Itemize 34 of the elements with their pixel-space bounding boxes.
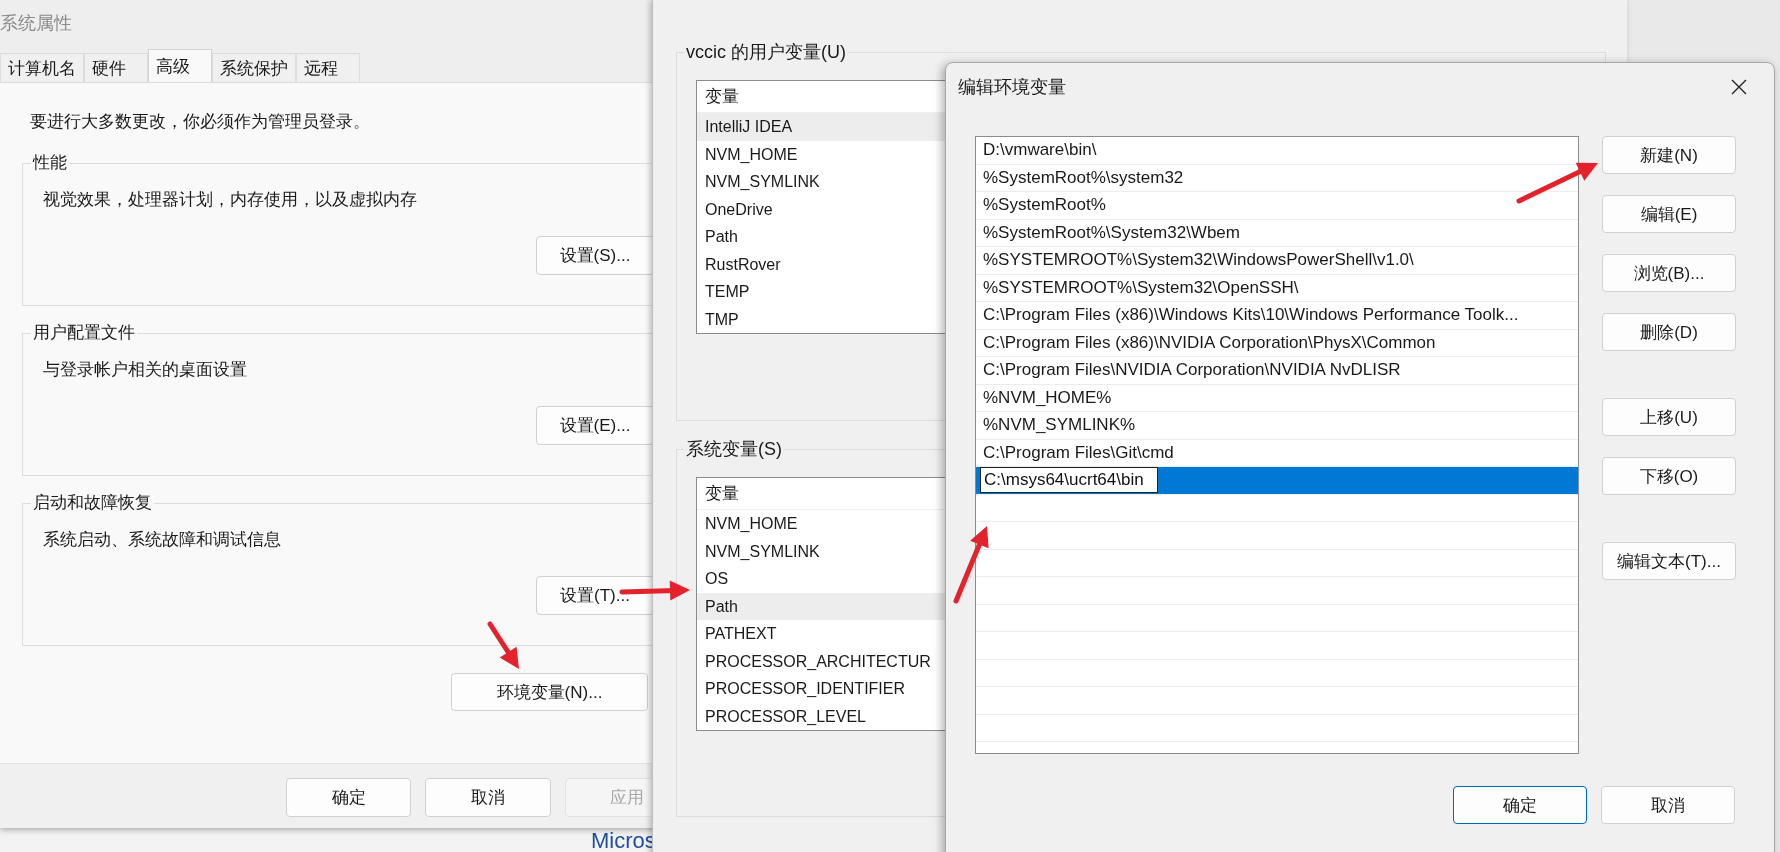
action-button[interactable]: 上移(U) [1602,398,1736,436]
dialog-button[interactable]: 确定 [286,778,412,817]
settings-button[interactable]: 设置(T)... [536,576,654,615]
action-button[interactable]: 删除(D) [1602,313,1736,351]
group-label: 性能 [31,152,69,174]
dialog-button[interactable]: 取消 [1601,786,1735,824]
group-label: 系统变量(S) [684,438,784,460]
window-title: 系统属性 [0,11,72,35]
tab[interactable]: 远程 [296,53,360,82]
annotation-arrow [487,621,519,669]
action-button[interactable]: 浏览(B)... [1602,254,1736,292]
tab[interactable]: 硬件 [84,53,148,82]
action-button[interactable]: 下移(O) [1602,457,1736,495]
dialog-button[interactable]: 确定 [1453,786,1587,824]
close-icon[interactable] [1730,78,1748,96]
action-button[interactable]: 新建(N) [1602,136,1736,174]
notice-text: 要进行大多数更改，你必须作为管理员登录。 [29,111,370,133]
dialog-button[interactable]: 取消 [425,778,551,817]
directory-entry[interactable]: C:\msys64\ucrt64\bin [976,467,1578,495]
tab[interactable]: 计算机名 [0,53,84,82]
group-description: 与登录帐户相关的桌面设置 [43,359,248,381]
environment-variables-button[interactable]: 环境变量(N)... [451,673,648,711]
tab[interactable]: 系统保护 [212,53,296,82]
path-input-field[interactable]: C:\msys64\ucrt64\bin [980,467,1158,493]
group-label: 启动和故障恢复 [31,492,154,514]
settings-button[interactable]: 设置(S)... [536,236,654,275]
group-description: 视觉效果，处理器计划，内存使用，以及虚拟内存 [43,189,418,211]
group-label: vccic 的用户变量(U) [684,41,848,63]
action-button[interactable]: 编辑(E) [1602,195,1736,233]
group-description: 系统启动、系统故障和调试信息 [43,529,282,551]
action-button[interactable]: 编辑文本(T)... [1602,542,1736,580]
tab[interactable]: 高级 [148,49,212,82]
settings-button[interactable]: 设置(E)... [536,406,654,445]
group-label: 用户配置文件 [31,322,137,344]
